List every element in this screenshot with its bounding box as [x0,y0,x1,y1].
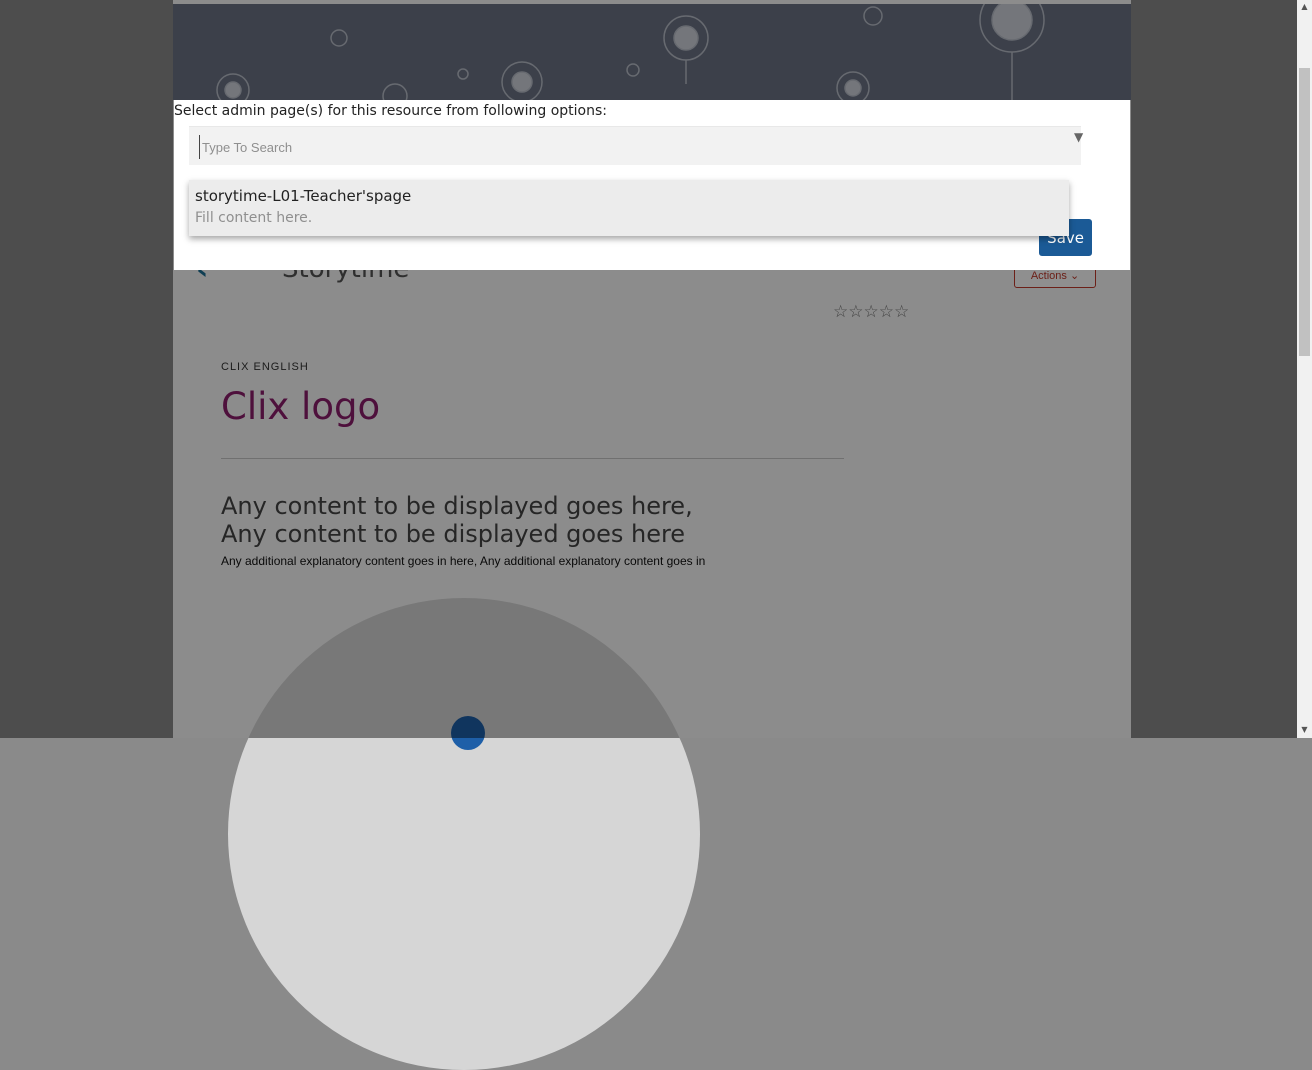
search-input[interactable] [199,135,1024,159]
scrollbar-thumb[interactable] [1299,68,1310,356]
scroll-up-arrow-icon[interactable]: ▲ [1300,2,1309,11]
modal-label: Select admin page(s) for this resource f… [174,103,607,119]
option-title: storytime-L01-Teacher'spage [195,187,412,205]
dropdown-option[interactable]: storytime-L01-Teacher'spage Fill content… [189,180,1069,236]
scroll-down-arrow-icon[interactable]: ▼ [1300,725,1309,734]
select-dropdown-list: storytime-L01-Teacher'spage Fill content… [189,180,1069,236]
option-subtitle: Fill content here. [195,210,313,226]
admin-page-select[interactable]: ▼ [189,126,1083,165]
triangle-down-icon[interactable]: ▼ [1074,130,1083,144]
vertical-scrollbar[interactable]: ▲ ▼ [1297,0,1312,738]
